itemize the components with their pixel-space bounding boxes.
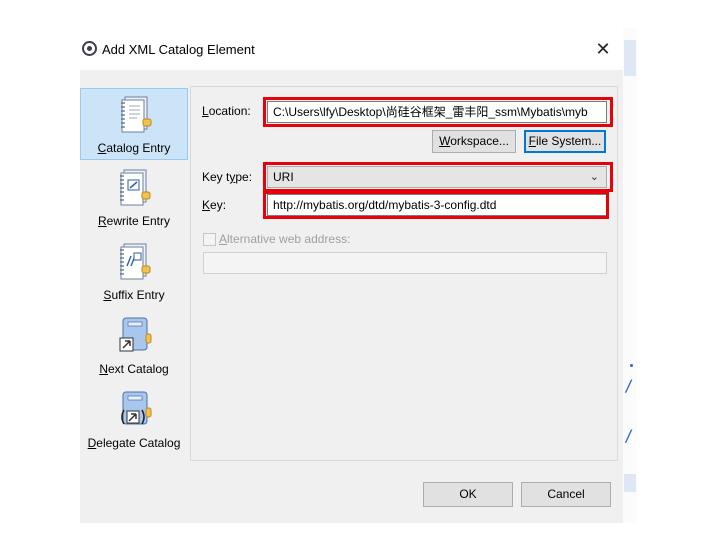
sidebar-item-label: Delegate Catalog [87,436,181,450]
sidebar-item-label: Catalog Entry [97,141,171,155]
eclipse-icon [82,41,97,56]
alternative-web-address-checkbox[interactable] [203,233,216,246]
key-type-value: URI [273,170,294,184]
chevron-down-icon: ⌄ [589,171,599,183]
sidebar-item-delegate-catalog[interactable]: Delegate Catalog [80,384,188,456]
ok-button[interactable]: OK [423,482,513,507]
background-glyph: / [624,426,634,445]
location-input[interactable]: C:\Users\lfy\Desktop\尚硅谷框架_雷丰阳_ssm\Mybat… [267,101,607,123]
sidebar-item-label: Suffix Entry [103,288,165,302]
key-input[interactable]: http://mybatis.org/dtd/mybatis-3-config.… [267,194,607,216]
background-window-strip [624,40,636,76]
key-type-label: Key type: [202,170,253,184]
background-glyph: / [624,376,634,395]
sidebar-item-label: Rewrite Entry [97,214,171,228]
sidebar-item-catalog-entry[interactable]: Catalog Entry [80,88,188,160]
alternative-web-address-label: Alternative web address: [219,232,351,246]
add-xml-catalog-dialog: Add XML Catalog Element ✕ Catalog Entry [80,28,623,523]
sidebar-item-label: Next Catalog [99,362,169,376]
sidebar-item-next-catalog[interactable]: Next Catalog [80,310,188,382]
entry-type-sidebar: Catalog Entry Rewrite Entry Suffix Entry… [80,84,190,464]
alternative-web-address-input[interactable] [203,252,607,274]
entry-form-panel: Location: C:\Users\lfy\Desktop\尚硅谷框架_雷丰阳… [190,86,618,461]
next-catalog-icon [119,317,152,352]
workspace-button[interactable]: Workspace... [432,130,516,153]
sidebar-item-rewrite-entry[interactable]: Rewrite Entry [80,162,188,234]
key-type-select[interactable]: URI ⌄ [267,166,607,188]
title-bar[interactable]: Add XML Catalog Element ✕ [80,28,623,70]
delegate-catalog-icon [121,391,152,425]
sidebar-item-suffix-entry[interactable]: Suffix Entry [80,236,188,308]
file-system-button[interactable]: File System... [524,130,606,153]
catalog-entry-icon [121,96,152,133]
suffix-entry-icon [120,243,151,280]
rewrite-entry-icon [120,169,151,206]
key-label: Key: [202,198,227,212]
dialog-title: Add XML Catalog Element [102,42,255,57]
cancel-button[interactable]: Cancel [521,482,611,507]
close-button[interactable]: ✕ [583,34,623,64]
location-label: Location: [202,104,251,118]
background-glyph [630,364,633,367]
background-window-strip [624,474,636,492]
